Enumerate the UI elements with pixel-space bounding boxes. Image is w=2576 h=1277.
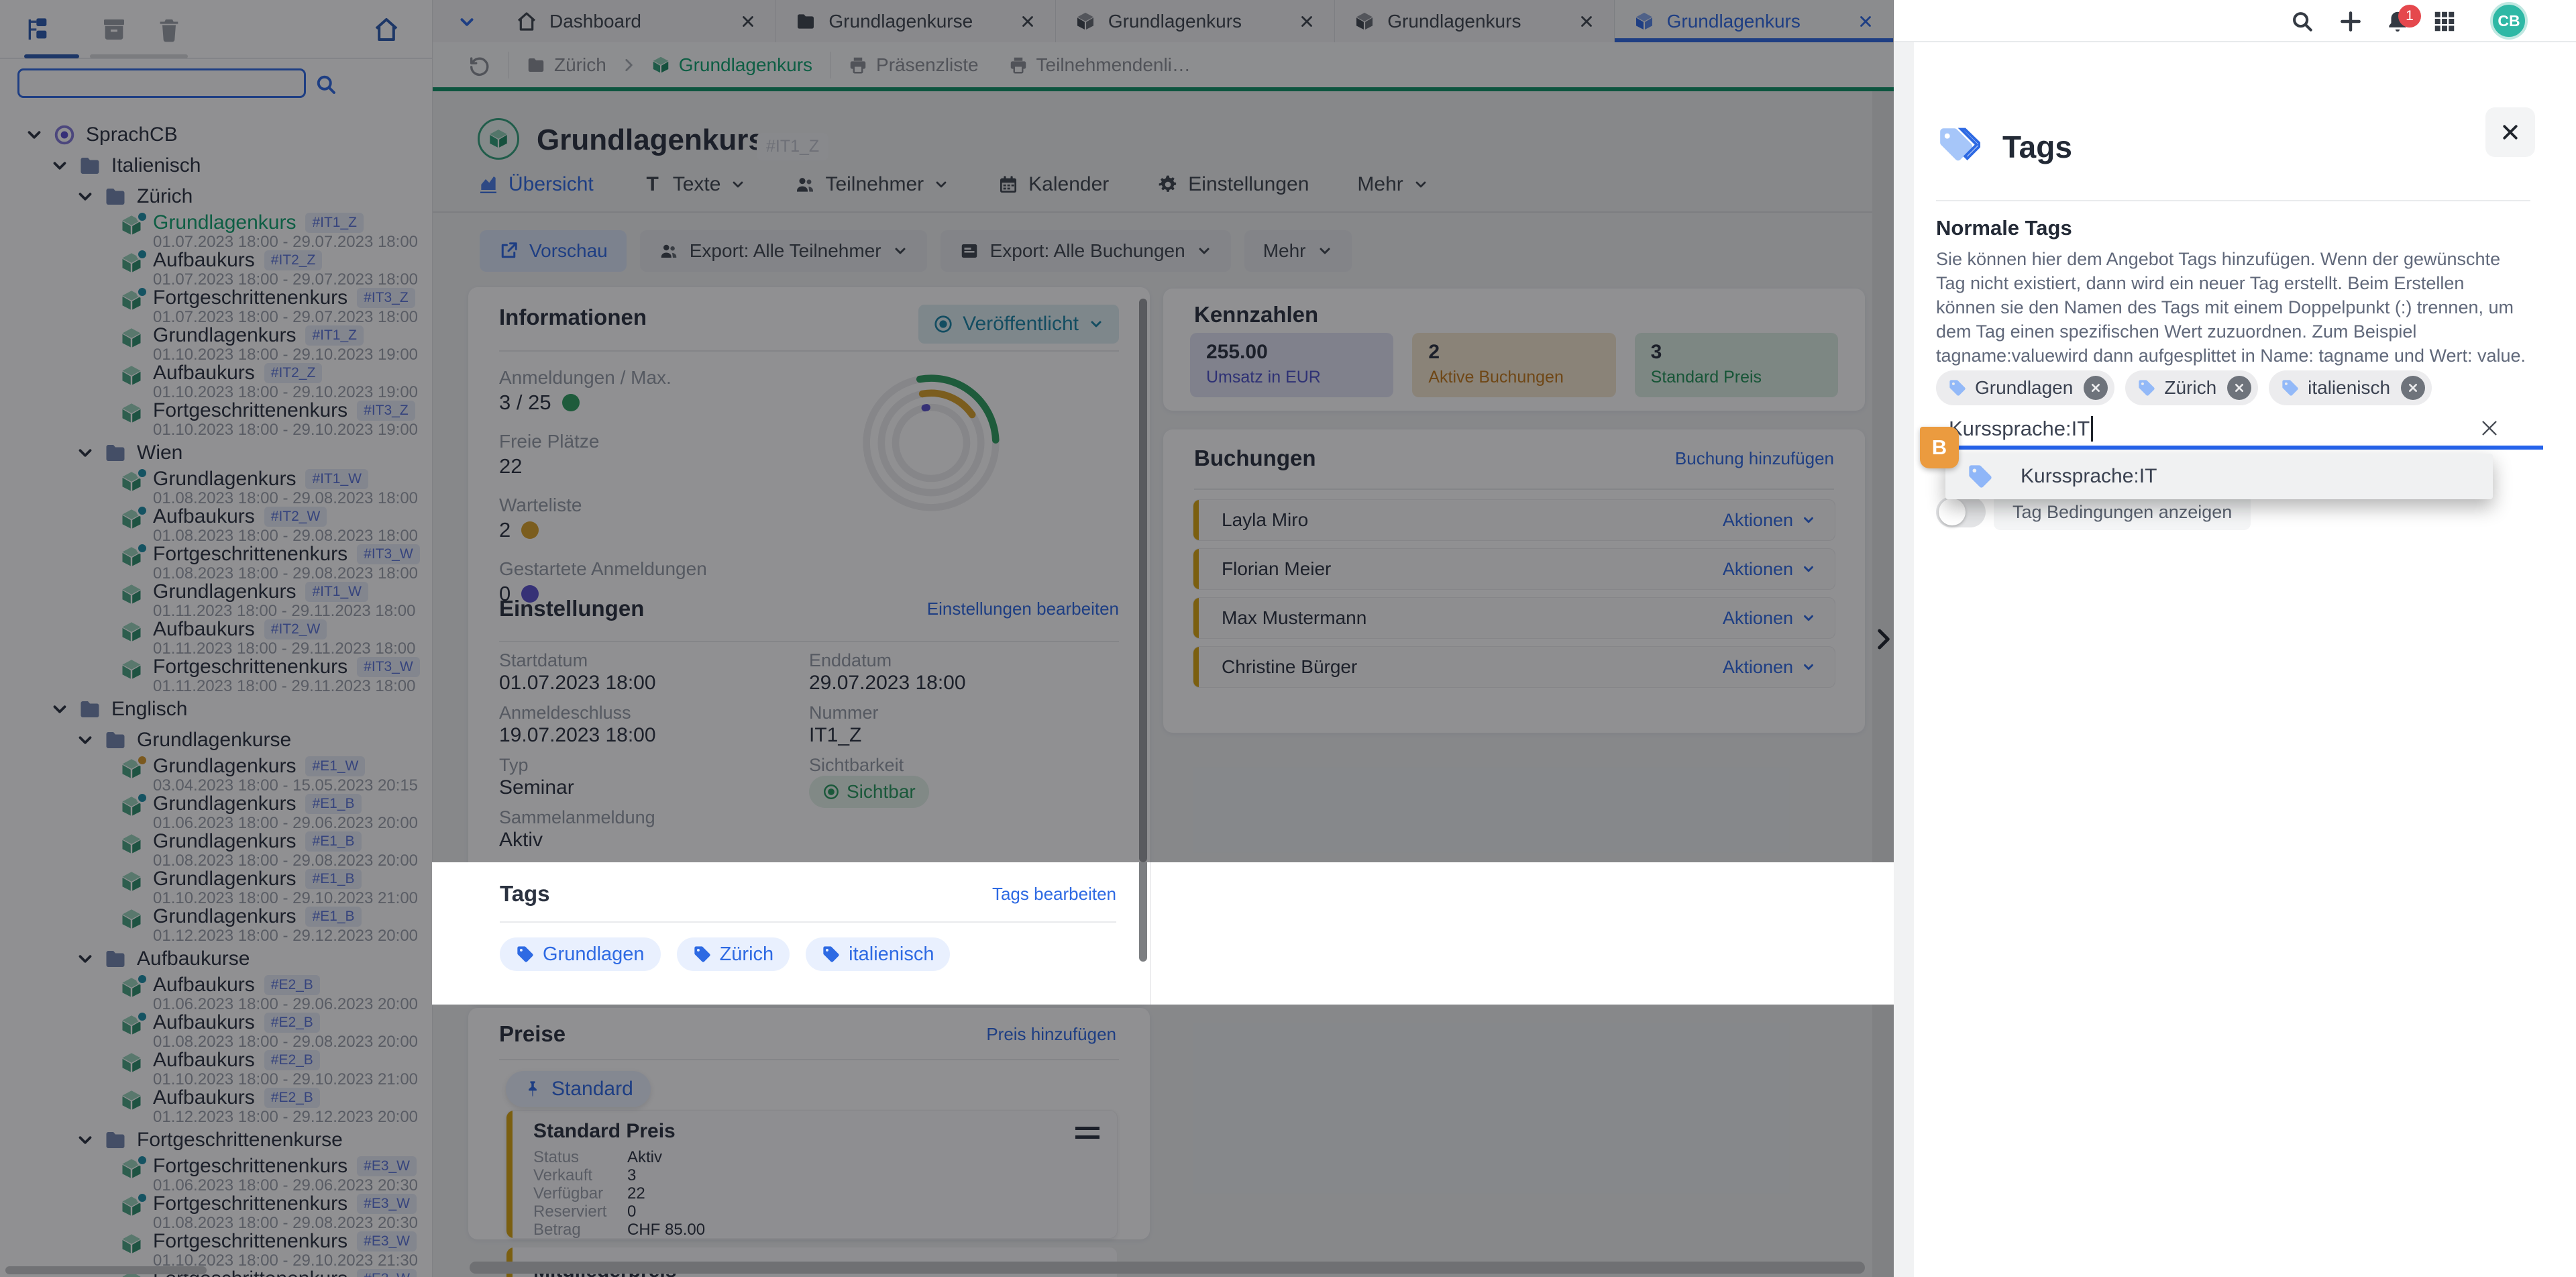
tag-icon (2281, 378, 2300, 397)
input-focus-underline (1957, 446, 2543, 450)
tag-label: italienisch (849, 943, 934, 966)
tags-side-panel: 1 CB Tags Normale Tags Sie können hier d… (1894, 0, 2576, 1277)
tag-suggestion-item[interactable]: Kurssprache:IT (1945, 454, 2493, 499)
selected-tags: Grundlagen Zürich (1936, 370, 2432, 405)
divider (1936, 200, 2530, 201)
tag-icon (822, 945, 841, 964)
tag-chip: Grundlagen (500, 937, 661, 971)
tag-label: Grundlagen (543, 943, 645, 966)
tag-icon (1967, 463, 1994, 490)
close-panel-button[interactable] (2485, 107, 2535, 157)
card-edge (1150, 862, 1151, 1005)
search-icon[interactable] (2290, 9, 2315, 34)
suggestion-label: Kurssprache:IT (2021, 465, 2157, 488)
tags-spotlight-section: Tags Tags bearbeiten Grundlagen Zürich i… (432, 862, 1894, 1005)
dim-overlay (0, 862, 433, 1005)
tag-label: Zürich (720, 943, 774, 966)
notifications-bell-icon[interactable]: 1 (2385, 9, 2410, 34)
tags-panel-icon (1936, 125, 1980, 168)
dim-overlay (0, 0, 1894, 862)
global-topbar: 1 CB (1894, 0, 2576, 42)
tag-icon (693, 945, 712, 964)
apps-grid-icon[interactable] (2432, 9, 2457, 34)
add-icon[interactable] (2338, 9, 2363, 34)
toggle-label: Tag Bedingungen anzeigen (1994, 494, 2251, 530)
vertical-scrollbar[interactable] (1139, 862, 1147, 962)
tag-conditions-toggle[interactable] (1936, 497, 1986, 527)
tag-chip: italienisch (806, 937, 950, 971)
tag-list: Grundlagen Zürich italienisch (500, 937, 950, 971)
tag-label: Grundlagen (1975, 377, 2073, 399)
selected-tag-chip: Zürich (2125, 370, 2258, 405)
tag-label: Zürich (2164, 377, 2216, 399)
panel-gutter (1894, 0, 1914, 1277)
panel-subheading: Normale Tags (1936, 216, 2072, 240)
notification-badge: 1 (2398, 5, 2421, 28)
remove-tag-button[interactable] (2401, 376, 2425, 400)
tag-search-input[interactable]: Kurssprache:IT (1949, 416, 2093, 442)
tag-icon (2137, 378, 2156, 397)
tag-icon (1948, 378, 1967, 397)
tag-icon (516, 945, 535, 964)
app-root: SprachCB (0, 0, 2576, 1277)
selected-tag-chip: Grundlagen (1936, 370, 2114, 405)
panel-title: Tags (2002, 129, 2072, 165)
dim-overlay (0, 1005, 1894, 1277)
avatar[interactable]: CB (2490, 2, 2528, 40)
panel-description: Sie können hier dem Angebot Tags hinzufü… (1936, 247, 2526, 368)
presence-cursor-badge: B (1920, 427, 1959, 468)
remove-tag-button[interactable] (2227, 376, 2251, 400)
remove-tag-button[interactable] (2084, 376, 2108, 400)
clear-input-icon[interactable] (2479, 417, 2500, 439)
tag-label: italienisch (2308, 377, 2390, 399)
text-cursor (2091, 416, 2093, 442)
tag-chip: Zürich (677, 937, 790, 971)
edit-tags-link[interactable]: Tags bearbeiten (992, 884, 1116, 905)
divider (500, 921, 1116, 923)
section-heading: Tags (500, 881, 550, 907)
selected-tag-chip: italienisch (2269, 370, 2432, 405)
